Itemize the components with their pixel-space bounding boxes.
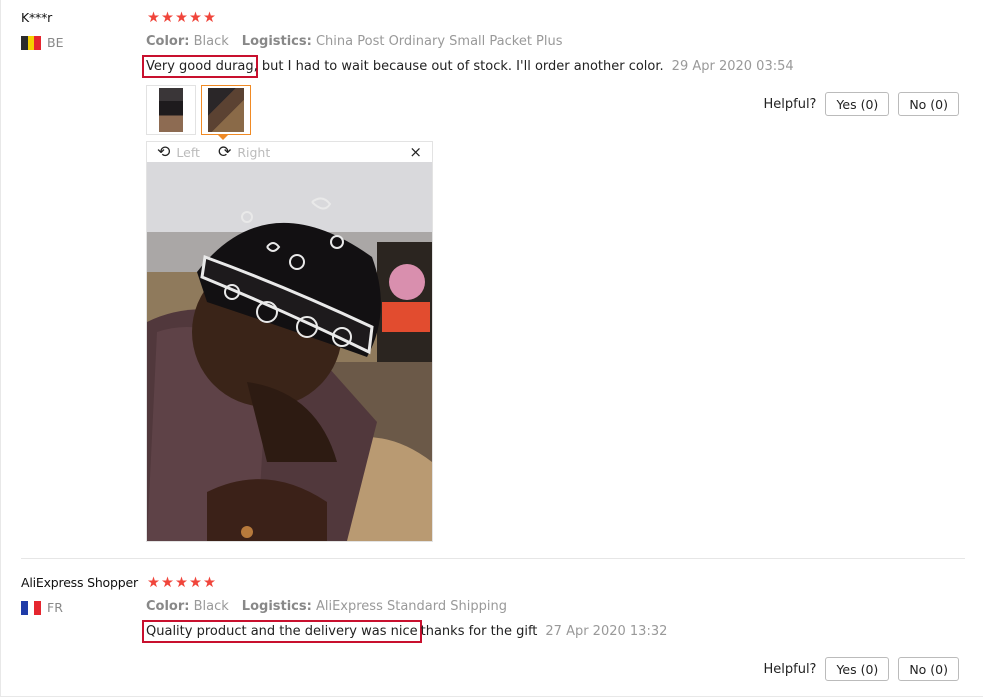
helpful-votes: Helpful? Yes (0) No (0) (763, 657, 959, 681)
helpful-yes-button[interactable]: Yes (0) (825, 92, 890, 116)
star-icon: ★ (175, 575, 188, 591)
active-thumbnail-caret (217, 134, 229, 140)
star-icon: ★ (147, 575, 160, 591)
color-label: Color: (146, 34, 190, 49)
review-text: Very good durag , but I had to wait beca… (142, 55, 794, 78)
review-divider (21, 558, 965, 559)
rotate-right-label[interactable]: Right (237, 145, 270, 160)
reviewer-country: BE (21, 35, 63, 50)
viewer-toolbar: ⟲ Left ⟳ Right × (147, 142, 432, 162)
highlighted-text: Very good durag (142, 55, 258, 78)
reviewer-name: K***r (21, 10, 53, 25)
photo-viewer: ⟲ Left ⟳ Right × (146, 141, 433, 542)
france-flag-icon (21, 600, 41, 615)
review-photo-thumbnail[interactable] (146, 85, 196, 135)
helpful-votes: Helpful? Yes (0) No (0) (763, 92, 959, 116)
rotate-left-label[interactable]: Left (176, 145, 200, 160)
helpful-no-button[interactable]: No (0) (898, 92, 959, 116)
star-icon: ★ (189, 575, 202, 591)
star-icon: ★ (161, 575, 174, 591)
reviewer-name: AliExpress Shopper (21, 575, 138, 590)
review-date: 27 Apr 2020 13:32 (545, 624, 668, 639)
review-text-rest: thanks for the gift (420, 624, 538, 639)
highlighted-text: Quality product and the delivery was nic… (142, 620, 422, 643)
helpful-label: Helpful? (763, 96, 817, 112)
logistics-label: Logistics: (241, 599, 312, 614)
star-icon: ★ (147, 10, 160, 26)
logistics-label: Logistics: (241, 34, 312, 49)
star-rating: ★ ★ ★ ★ ★ (147, 575, 216, 591)
logistics-value: China Post Ordinary Small Packet Plus (315, 34, 563, 49)
rotate-right-icon[interactable]: ⟳ (218, 144, 231, 160)
helpful-label: Helpful? (763, 661, 817, 677)
reviewer-country: FR (21, 600, 63, 615)
country-code: BE (47, 35, 64, 50)
belgium-flag-icon (21, 35, 41, 50)
country-code: FR (47, 600, 63, 615)
helpful-no-button[interactable]: No (0) (898, 657, 959, 681)
close-icon[interactable]: × (409, 143, 422, 161)
color-label: Color: (146, 599, 190, 614)
star-icon: ★ (189, 10, 202, 26)
star-icon: ★ (203, 10, 216, 26)
color-value: Black (193, 599, 229, 614)
color-value: Black (193, 34, 229, 49)
star-icon: ★ (203, 575, 216, 591)
review-photo-thumbnail-active[interactable] (201, 85, 251, 135)
rotate-left-icon[interactable]: ⟲ (157, 144, 170, 160)
star-icon: ★ (161, 10, 174, 26)
order-info: Color: Black Logistics: China Post Ordin… (146, 34, 563, 49)
logistics-value: AliExpress Standard Shipping (315, 599, 507, 614)
review-text: Quality product and the delivery was nic… (142, 620, 668, 643)
order-info: Color: Black Logistics: AliExpress Stand… (146, 599, 507, 614)
star-rating: ★ ★ ★ ★ ★ (147, 10, 216, 26)
review-date: 29 Apr 2020 03:54 (671, 59, 794, 74)
review-text-rest: , but I had to wait because out of stock… (253, 59, 664, 74)
star-icon: ★ (175, 10, 188, 26)
helpful-yes-button[interactable]: Yes (0) (825, 657, 890, 681)
review-photo (147, 162, 432, 541)
